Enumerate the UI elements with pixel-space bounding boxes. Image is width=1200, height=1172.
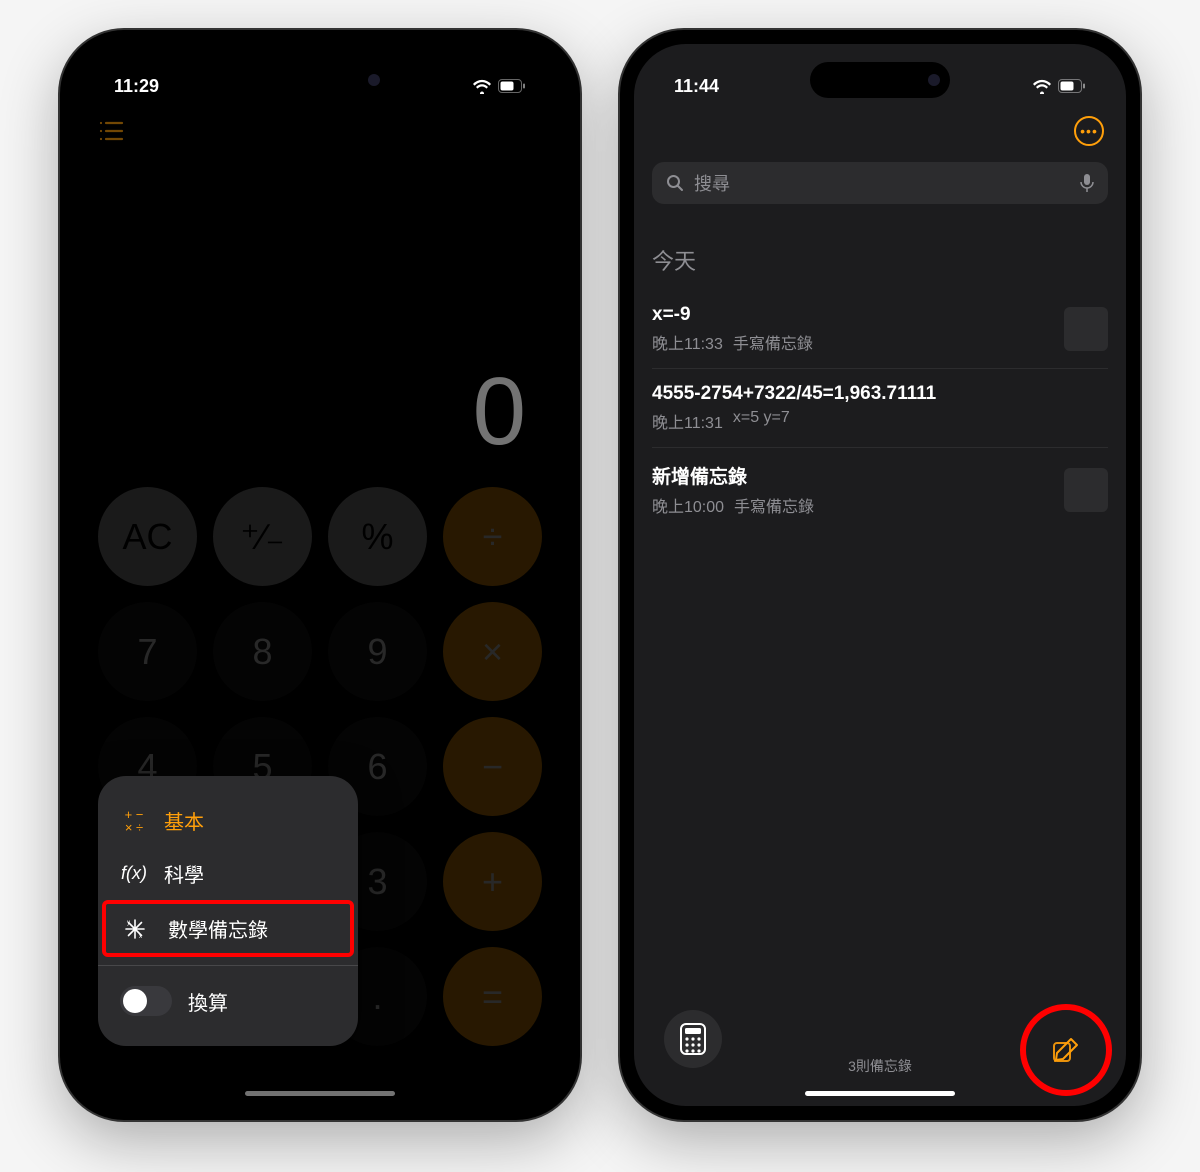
key-percent[interactable]: % xyxy=(328,487,427,586)
status-time: 11:44 xyxy=(674,76,719,97)
wifi-icon xyxy=(472,79,492,94)
key-ac[interactable]: AC xyxy=(98,487,197,586)
search-icon xyxy=(666,174,684,192)
note-thumbnail xyxy=(1064,307,1108,351)
note-count: 3則備忘錄 xyxy=(848,1056,912,1076)
mode-basic[interactable]: + −× ÷ 基本 xyxy=(98,794,358,847)
key-plus[interactable]: + xyxy=(443,832,542,931)
key-divide[interactable]: ÷ xyxy=(443,487,542,586)
search-placeholder: 搜尋 xyxy=(694,170,730,196)
fx-icon: f(x) xyxy=(120,863,148,884)
notes-screen: 11:44 ••• 搜尋 今天 xyxy=(634,44,1126,1106)
mode-convert-label: 換算 xyxy=(188,987,228,1016)
calculator-icon xyxy=(679,1022,707,1056)
popup-divider xyxy=(98,965,358,966)
more-button[interactable]: ••• xyxy=(1074,116,1104,146)
key-sign[interactable]: ⁺∕₋ xyxy=(213,487,312,586)
phone-left: 11:29 0 AC ⁺∕₋ % ÷ xyxy=(60,30,580,1120)
note-title: 新增備忘錄 xyxy=(652,462,1052,489)
mode-basic-label: 基本 xyxy=(164,806,204,835)
calculator-button[interactable] xyxy=(664,1010,722,1068)
note-thumbnail xyxy=(1064,468,1108,512)
key-7[interactable]: 7 xyxy=(98,602,197,701)
key-multiply[interactable]: × xyxy=(443,602,542,701)
key-minus[interactable]: − xyxy=(443,717,542,816)
mode-scientific-label: 科學 xyxy=(164,859,204,888)
section-today: 今天 xyxy=(652,244,1108,276)
basic-icon: + −× ÷ xyxy=(120,808,148,834)
mode-convert[interactable]: 換算 xyxy=(98,974,358,1028)
compose-highlight xyxy=(1020,1004,1112,1096)
convert-toggle[interactable] xyxy=(120,986,172,1016)
svg-text:x: x xyxy=(139,934,142,940)
calculator-display: 0 xyxy=(74,154,566,487)
note-detail: 手寫備忘錄 xyxy=(734,493,814,517)
key-equals[interactable]: = xyxy=(443,947,542,1046)
note-detail: x=5 y=7 xyxy=(733,409,790,433)
compose-button[interactable] xyxy=(1051,1035,1081,1065)
status-time: 11:29 xyxy=(114,76,159,97)
search-bar[interactable]: 搜尋 xyxy=(652,162,1108,204)
math-notes-icon: yx xyxy=(124,918,152,940)
notes-list: 今天 x=-9 晚上11:33 手寫備忘錄 4555-2754+7322/45=… xyxy=(634,204,1126,1010)
note-time: 晚上11:33 xyxy=(652,330,723,354)
phone-right: 11:44 ••• 搜尋 今天 xyxy=(620,30,1140,1120)
home-indicator[interactable] xyxy=(805,1091,955,1096)
key-9[interactable]: 9 xyxy=(328,602,427,701)
battery-icon xyxy=(498,79,526,93)
note-detail: 手寫備忘錄 xyxy=(733,330,813,354)
more-icon: ••• xyxy=(1080,123,1098,139)
battery-icon xyxy=(1058,79,1086,93)
svg-text:y: y xyxy=(127,920,130,926)
note-title: x=-9 xyxy=(652,304,1052,326)
wifi-icon xyxy=(1032,79,1052,94)
note-time: 晚上11:31 xyxy=(652,409,723,433)
history-list-icon[interactable] xyxy=(98,120,124,142)
key-8[interactable]: 8 xyxy=(213,602,312,701)
mode-math-notes[interactable]: yx 數學備忘錄 xyxy=(102,900,354,957)
note-item[interactable]: x=-9 晚上11:33 手寫備忘錄 xyxy=(652,290,1108,369)
mode-popup: + −× ÷ 基本 f(x) 科學 yx 數學備忘錄 換算 xyxy=(98,776,358,1046)
note-title: 4555-2754+7322/45=1,963.71111 xyxy=(652,383,1108,405)
note-item[interactable]: 4555-2754+7322/45=1,963.71111 晚上11:31 x=… xyxy=(652,369,1108,448)
note-item[interactable]: 新增備忘錄 晚上10:00 手寫備忘錄 xyxy=(652,448,1108,531)
note-time: 晚上10:00 xyxy=(652,493,724,517)
dynamic-island xyxy=(810,62,950,98)
calculator-screen: 11:29 0 AC ⁺∕₋ % ÷ xyxy=(74,44,566,1106)
mode-scientific[interactable]: f(x) 科學 xyxy=(98,847,358,900)
mode-math-notes-label: 數學備忘錄 xyxy=(168,914,268,943)
mic-icon[interactable] xyxy=(1080,173,1094,193)
home-indicator[interactable] xyxy=(245,1091,395,1096)
dynamic-island xyxy=(250,62,390,98)
